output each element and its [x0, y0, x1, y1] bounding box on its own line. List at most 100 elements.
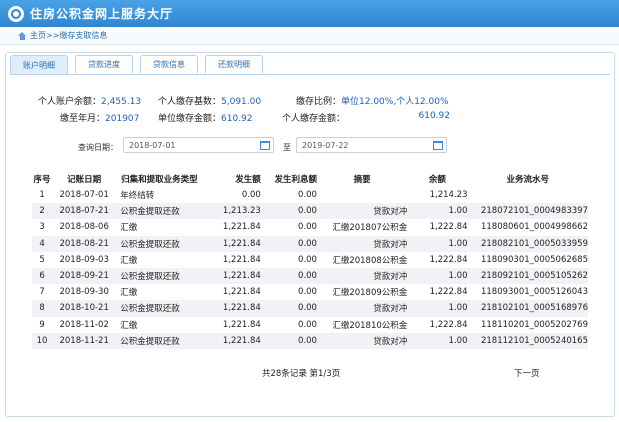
- personal-amount-value-wrap: 610.92: [404, 111, 451, 121]
- balance-label: 个人账户余额：: [38, 97, 102, 107]
- start-date-value: 2018-07-01: [129, 140, 176, 150]
- personal-amount-label: 个人缴存金额：: [282, 114, 346, 124]
- cell-date: 2018-07-21: [52, 203, 117, 220]
- table-row: 2 2018-07-21 公积金提取还款 1,213.23 0.00 贷款对冲 1.00 21…: [32, 203, 588, 220]
- cell-balance: 1,222.84: [429, 254, 468, 265]
- cell-serial: 118093001_0005126043: [480, 287, 588, 298]
- home-icon[interactable]: [18, 31, 27, 40]
- date-range-separator: 至: [283, 143, 291, 152]
- cell-serial: [467, 187, 588, 203]
- calendar-icon[interactable]: [433, 141, 443, 150]
- cell-amount: 1,221.84: [202, 332, 261, 349]
- tab-repayment-detail[interactable]: 还款明细: [205, 55, 263, 73]
- cell-balance: 1.00: [407, 300, 468, 317]
- table-row: 4 2018-08-21 公积金提取还款 1,221.84 0.00 贷款对冲 1.00 21…: [32, 235, 588, 252]
- cell-summary: 汇缴201809公积金: [332, 288, 408, 299]
- cell-type: 公积金提取还款: [116, 332, 203, 349]
- table-row: 1 2018-07-01 年终结转 0.00 0.00 1,214.23: [32, 187, 588, 203]
- cell-date: 2018-10-21: [52, 300, 117, 317]
- cell-date: 2018-09-21: [52, 267, 117, 285]
- cell-date: 2018-08-21: [52, 235, 117, 252]
- cell-seq: 1: [39, 190, 45, 201]
- cell-type: 公积金提取还款: [116, 203, 203, 220]
- cell-balance: 1,222.84: [429, 287, 468, 298]
- cell-interest: 0.00: [298, 287, 317, 298]
- cell-seq: 3: [39, 222, 45, 233]
- cell-date: 2018-07-01: [59, 190, 109, 201]
- cell-interest: 0.00: [298, 254, 317, 265]
- cell-type: 公积金提取还款: [116, 300, 203, 317]
- cell-serial: 118080601_0004998662: [480, 222, 588, 233]
- breadcrumb-home[interactable]: 主页: [30, 30, 46, 41]
- cell-type: 汇缴: [120, 223, 138, 234]
- tab-bar: 账户明细 贷款进度 贷款信息 还款明细: [10, 55, 270, 75]
- cell-balance: 1.00: [407, 267, 468, 285]
- calendar-icon[interactable]: [260, 141, 270, 150]
- balance-info: 个人账户余额：2,455.13: [38, 94, 141, 107]
- tab-loan-info[interactable]: 贷款信息: [140, 55, 198, 73]
- tab-loan-progress[interactable]: 贷款进度: [75, 55, 133, 73]
- cell-interest: 0.00: [298, 319, 317, 330]
- base-info: 个人缴存基数：5,091.00: [158, 94, 261, 107]
- cell-summary: 汇缴201807公积金: [332, 223, 408, 234]
- cell-serial: 218092101_0005105262: [467, 267, 588, 285]
- cell-seq: 8: [32, 300, 53, 317]
- cell-interest: 0.00: [298, 222, 317, 233]
- header-amount: 发生额: [235, 174, 261, 185]
- cell-serial: 218082101_0005033959: [467, 235, 588, 252]
- cell-serial: 218112101_0005240165: [467, 332, 588, 349]
- table-row: 8 2018-10-21 公积金提取还款 1,221.84 0.00 贷款对冲 1.00 21…: [32, 300, 588, 317]
- table-header-row: 序号 记账日期 归集和提取业务类型 发生额 发生利息额 摘要 余额 业务流水号: [32, 170, 588, 187]
- cell-interest: 0.00: [260, 235, 317, 252]
- cell-interest: 0.00: [260, 267, 317, 285]
- cell-serial: 218072101_0004983397: [467, 203, 588, 220]
- tab-divider: [10, 74, 610, 75]
- end-date-input[interactable]: 2019-07-22: [296, 137, 447, 153]
- cell-interest: 0.00: [298, 190, 317, 201]
- ratio-label: 缴存比例：: [296, 97, 342, 107]
- cell-summary: 汇缴201808公积金: [332, 255, 408, 266]
- cell-interest: 0.00: [260, 300, 317, 317]
- cell-amount: 0.00: [241, 190, 261, 201]
- until-label: 缴至年月：: [60, 114, 106, 124]
- header-interest: 发生利息额: [274, 174, 317, 185]
- cell-amount: 1,213.23: [202, 203, 261, 220]
- cell-date: 2018-08-06: [59, 222, 109, 233]
- table-row: 10 2018-11-21 公积金提取还款 1,221.84 0.00 贷款对冲 1.00 2…: [32, 332, 588, 349]
- unit-amount-value: 610.92: [221, 114, 253, 124]
- cell-seq: 7: [39, 287, 45, 298]
- account-detail-table: 序号 记账日期 归集和提取业务类型 发生额 发生利息额 摘要 余额 业务流水号 …: [32, 170, 588, 349]
- table-row: 7 2018-09-30 汇缴 1,221.84 0.00 汇缴201809公积金 1,22…: [32, 284, 588, 300]
- app-header: 住房公积金网上服务大厅: [0, 0, 619, 27]
- cell-interest: 0.00: [260, 332, 317, 349]
- cell-date: 2018-11-02: [59, 319, 109, 330]
- breadcrumb-current: 缴存支取信息: [59, 31, 108, 40]
- cell-date: 2018-11-21: [52, 332, 117, 349]
- cell-seq: 5: [39, 254, 45, 265]
- header-seq: 序号: [33, 174, 51, 185]
- cell-serial: 118110201_0005202769: [480, 319, 588, 330]
- cell-summary: [317, 187, 407, 203]
- next-page-link[interactable]: 下一页: [514, 367, 540, 379]
- personal-amount-info: 个人缴存金额：: [282, 111, 345, 124]
- table-row: 6 2018-09-21 公积金提取还款 1,221.84 0.00 贷款对冲 1.00 21…: [32, 267, 588, 285]
- cell-amount: 1,221.84: [202, 235, 261, 252]
- cell-balance: 1,222.84: [429, 222, 468, 233]
- cell-amount: 1,221.84: [202, 300, 261, 317]
- start-date-input[interactable]: 2018-07-01: [123, 137, 274, 153]
- header-serial: 业务流水号: [506, 174, 549, 185]
- cell-summary: 贷款对冲: [316, 235, 408, 252]
- until-info: 缴至年月：201907: [60, 111, 139, 124]
- cell-seq: 4: [32, 235, 53, 252]
- cell-type: 汇缴: [120, 255, 138, 266]
- table-row: 3 2018-08-06 汇缴 1,221.84 0.00 汇缴201807公积金 1,22…: [32, 219, 588, 235]
- cell-summary: 贷款对冲: [316, 332, 408, 349]
- tab-account-detail[interactable]: 账户明细: [10, 55, 68, 74]
- cell-amount: 1,221.84: [222, 287, 261, 298]
- base-value: 5,091.00: [221, 97, 262, 107]
- cell-serial: 118090301_0005062685: [480, 254, 588, 265]
- app-title: 住房公积金网上服务大厅: [30, 7, 174, 21]
- base-label: 个人缴存基数：: [158, 97, 222, 107]
- cell-amount: 1,221.84: [222, 254, 261, 265]
- logo-icon: [8, 5, 24, 22]
